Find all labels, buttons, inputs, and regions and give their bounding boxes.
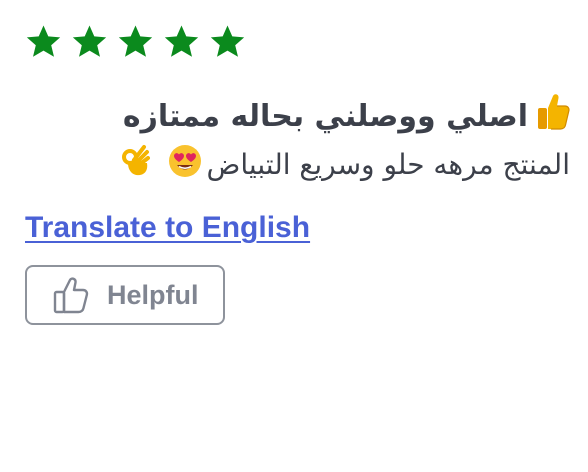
review-title: اصلي ووصلني بحاله ممتازه [25, 90, 570, 142]
thumbs-up-icon [536, 92, 570, 140]
review-title-text: اصلي ووصلني بحاله ممتازه [122, 98, 528, 134]
star-icon [209, 23, 246, 60]
review-body-text: المنتج مرهه حلو وسريع التبياض [206, 147, 570, 181]
star-icon [163, 23, 200, 60]
thumbs-up-outline-icon [52, 276, 90, 314]
helpful-button[interactable]: Helpful [25, 265, 225, 325]
review-card: اصلي ووصلني بحاله ممتازه المنتج مرهه حلو… [25, 22, 570, 325]
star-rating [25, 22, 570, 60]
review-body: المنتج مرهه حلو وسريع التبياض [25, 142, 570, 186]
translate-link[interactable]: Translate to English [25, 211, 310, 245]
translate-row: Translate to English [25, 208, 570, 248]
star-icon [117, 23, 154, 60]
star-icon [25, 23, 62, 60]
helpful-label: Helpful [107, 279, 199, 310]
star-icon [71, 23, 108, 60]
ok-hand-icon [120, 144, 151, 185]
heart-eyes-icon [168, 144, 202, 185]
